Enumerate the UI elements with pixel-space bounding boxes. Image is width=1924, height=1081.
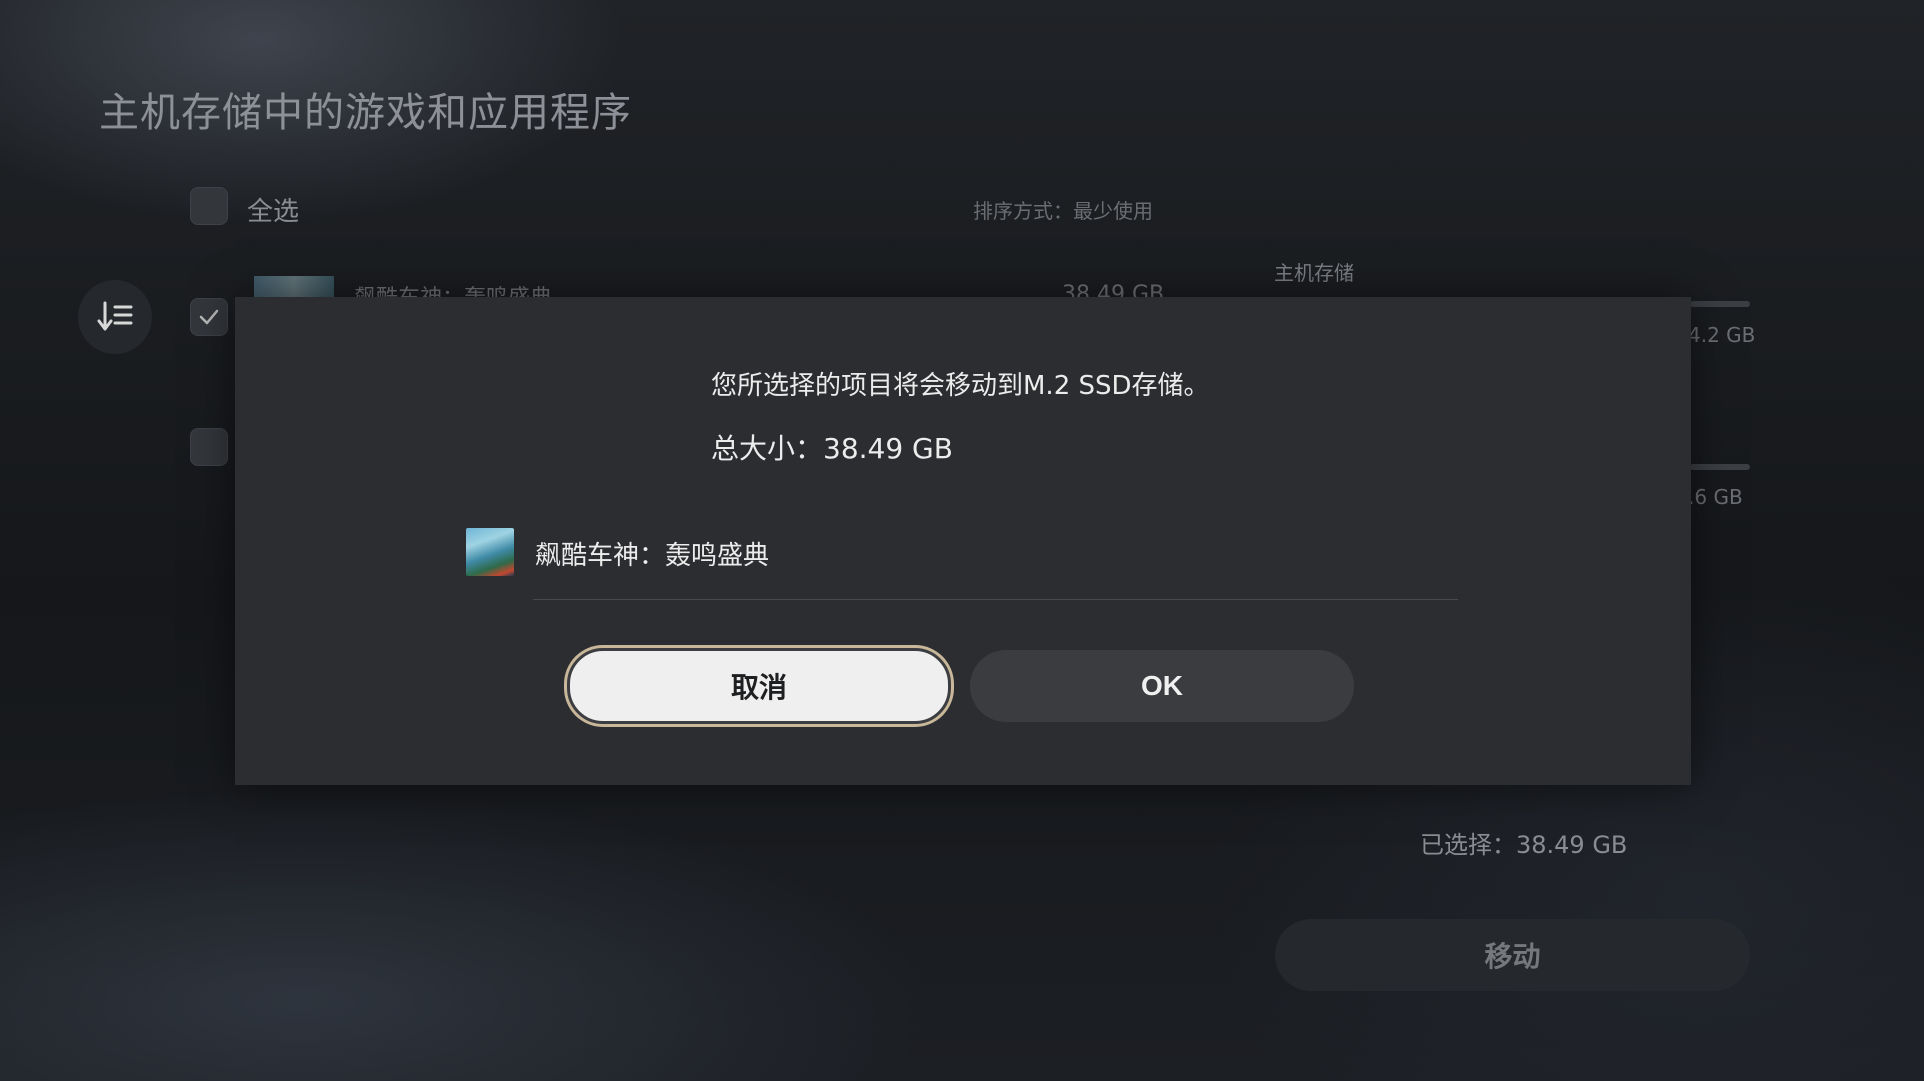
storage-bar-size-2: .6 GB — [1688, 485, 1743, 509]
sort-icon — [97, 301, 133, 331]
storage-bar-size-1: 4.2 GB — [1688, 323, 1756, 347]
dialog-game-name: 飙酷车神：轰鸣盛典 — [535, 541, 770, 571]
ok-button[interactable]: OK — [970, 650, 1354, 722]
bg-game-name: 飙酷车神：轰鸣盛典 — [354, 280, 552, 298]
storage-column-header: 主机存储 — [1274, 261, 1354, 285]
divider — [533, 599, 1458, 600]
storage-screen: 主机存储中的游戏和应用程序 全选 排序方式：最少使用 主机存储 飙酷车神：轰鸣盛… — [0, 0, 1924, 1081]
move-button[interactable]: 移动 — [1275, 919, 1750, 991]
selected-total: 已选择：38.49 GB — [1420, 831, 1628, 859]
confirm-move-dialog: 您所选择的项目将会移动到M.2 SSD存储。 总大小：38.49 GB 飙酷车神… — [235, 297, 1691, 785]
storage-bar-1 — [1690, 301, 1750, 307]
game-thumbnail — [466, 528, 514, 576]
game-row-checkbox[interactable] — [190, 298, 228, 336]
select-all-label: 全选 — [247, 197, 300, 227]
bg-game-size: 38.49 GB — [1062, 282, 1165, 298]
sort-button[interactable] — [78, 280, 152, 354]
cancel-button[interactable]: 取消 — [567, 648, 951, 724]
game-row-checkbox-2[interactable] — [190, 428, 228, 466]
checkmark-icon — [199, 309, 219, 325]
bg-game-thumbnail — [254, 276, 334, 298]
dialog-total-size: 总大小：38.49 GB — [711, 432, 953, 465]
storage-bar-2 — [1690, 464, 1750, 470]
page-title: 主机存储中的游戏和应用程序 — [99, 90, 632, 136]
sort-label[interactable]: 排序方式：最少使用 — [973, 195, 1153, 224]
select-all-checkbox[interactable] — [190, 187, 228, 225]
dialog-message: 您所选择的项目将会移动到M.2 SSD存储。 — [711, 371, 1210, 401]
